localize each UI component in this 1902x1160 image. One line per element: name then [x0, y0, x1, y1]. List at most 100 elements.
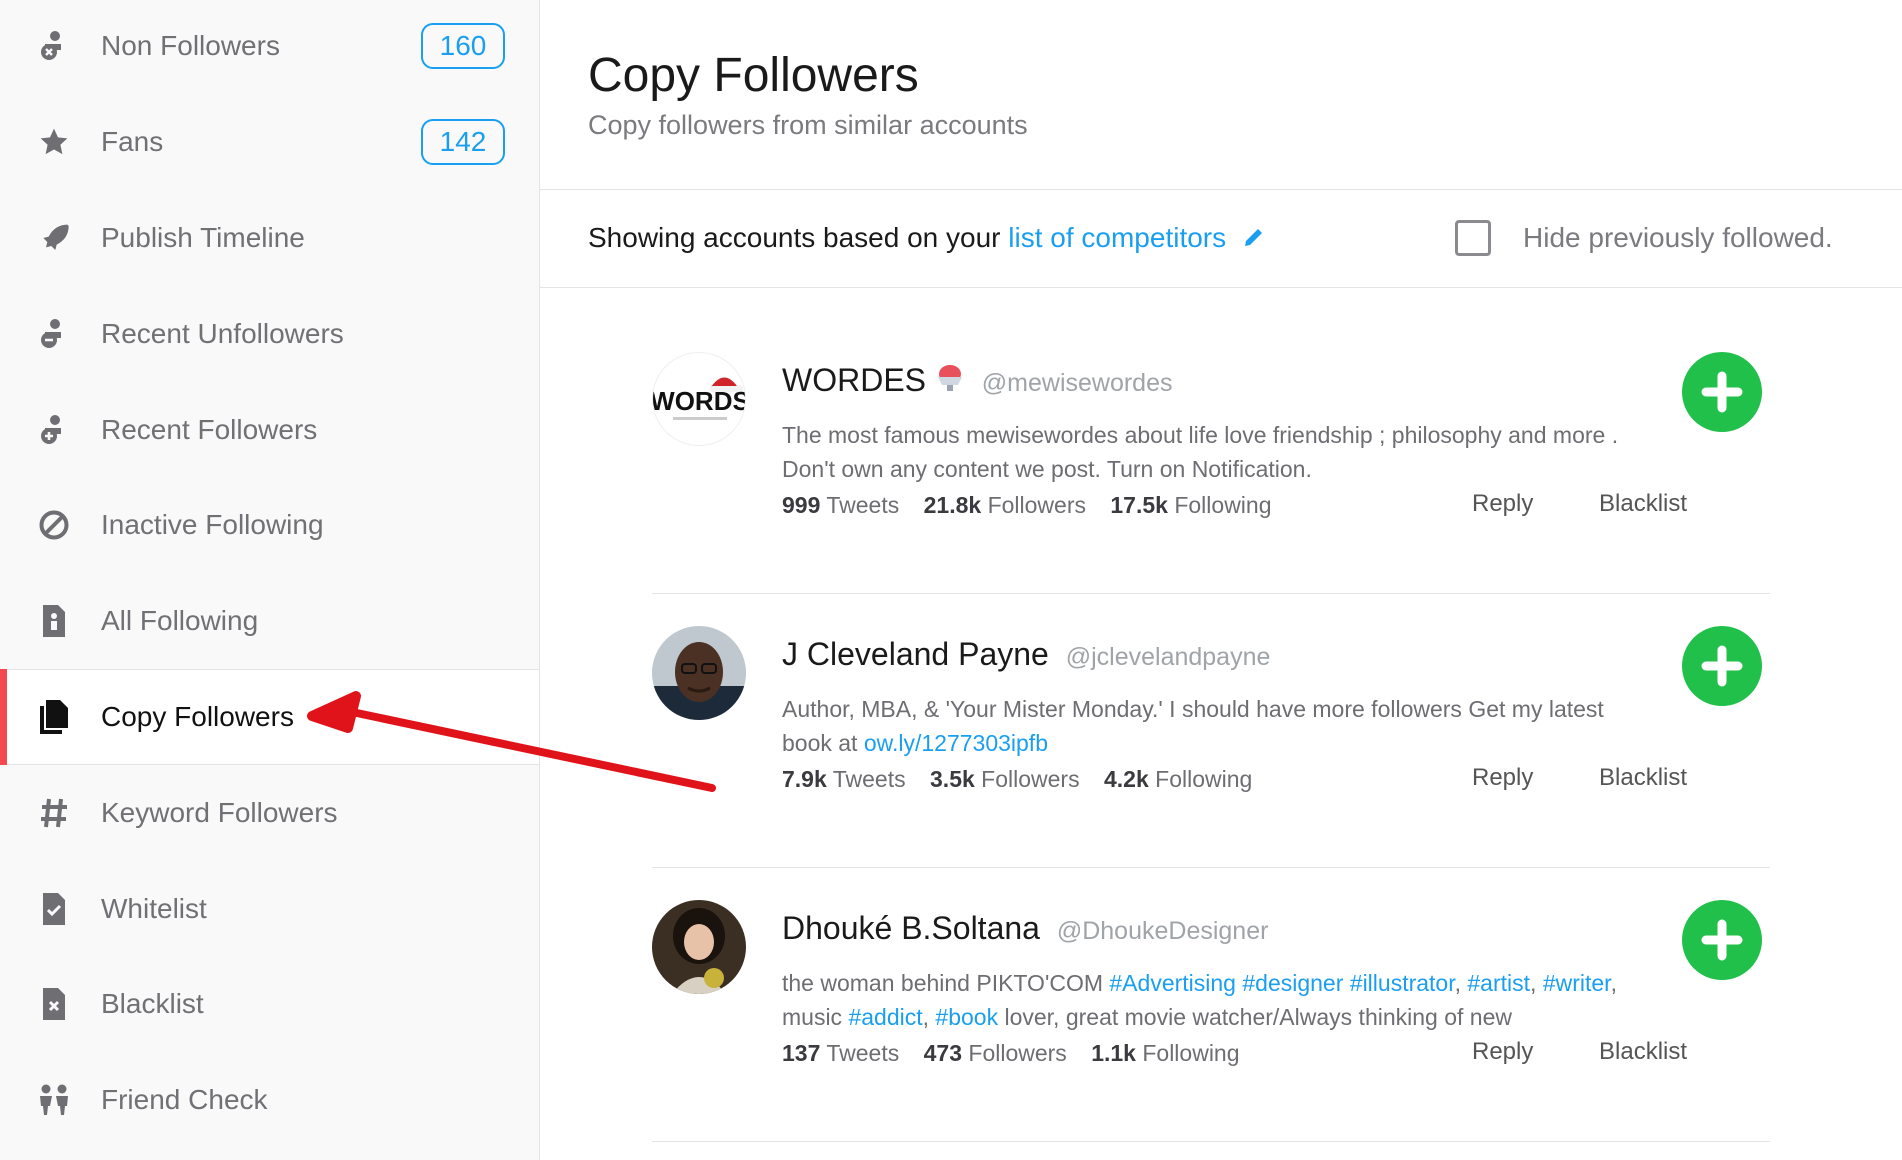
tweets-stat: 999 Tweets [782, 492, 900, 518]
sidebar-item-label: Blacklist [101, 988, 204, 1019]
person-plus-icon [36, 412, 72, 448]
sidebar-item-inactive-following[interactable]: Inactive Following [0, 477, 539, 573]
page-subtitle: Copy followers from similar accounts [588, 110, 1028, 140]
person-x-icon [36, 28, 72, 64]
account-name[interactable]: Dhouké B.Soltana @DhoukeDesigner [782, 910, 1268, 947]
main-content: Copy Followers Copy followers from simil… [540, 0, 1902, 1160]
sidebar-item-label: Recent Unfollowers [101, 318, 344, 349]
avatar[interactable]: WORDS [652, 352, 746, 446]
account-handle: @DhoukeDesigner [1056, 917, 1269, 945]
sidebar-item-recent-unfollowers[interactable]: Recent Unfollowers [0, 286, 539, 382]
reply-button[interactable]: Reply [1472, 764, 1533, 792]
sidebar-item-label: Whitelist [101, 893, 207, 924]
account-card: J Cleveland Payne @jclevelandpayne Autho… [652, 594, 1770, 868]
following-stat: 17.5k Following [1110, 492, 1272, 518]
hashtag-link[interactable]: #illustrator [1350, 970, 1455, 996]
avatar[interactable] [652, 900, 746, 994]
hide-previously-followed-label[interactable]: Hide previously followed. [1523, 222, 1833, 254]
follow-add-button[interactable] [1682, 900, 1762, 980]
app-root: Non Followers 160 Fans 142 Publish Timel… [0, 0, 1902, 1160]
sidebar-item-label: All Following [101, 605, 259, 636]
account-stats: 7.9k Tweets 3.5k Followers 4.2k Followin… [782, 766, 1270, 793]
reply-button[interactable]: Reply [1472, 1038, 1533, 1066]
count-badge: 142 [421, 119, 505, 165]
following-stat: 1.1k Following [1091, 1040, 1240, 1066]
document-x-icon [36, 986, 72, 1022]
count-badge: 160 [421, 23, 505, 69]
shaved-ice-emoji-icon [935, 362, 974, 398]
avatar[interactable] [652, 626, 746, 720]
sidebar-item-label: Inactive Following [101, 509, 324, 540]
avatar-logo-text: WORDS [653, 386, 746, 416]
followers-stat: 21.8k Followers [923, 492, 1086, 518]
account-name[interactable]: J Cleveland Payne @jclevelandpayne [782, 636, 1270, 673]
sidebar-item-publish-timeline[interactable]: Publish Timeline [0, 190, 539, 286]
plus-icon [1701, 371, 1743, 413]
sidebar-item-label: Non Followers [101, 30, 280, 61]
sidebar: Non Followers 160 Fans 142 Publish Timel… [0, 0, 540, 1160]
hashtag-link[interactable]: #writer [1543, 970, 1611, 996]
people-icon [36, 1082, 72, 1118]
document-person-icon [36, 603, 72, 639]
account-stats: 999 Tweets 21.8k Followers 17.5k Followi… [782, 492, 1290, 519]
account-bio: The most famous mewisewordes about life … [782, 422, 1619, 482]
filter-prefix: Showing accounts based on your [588, 222, 1009, 253]
hashtag-link[interactable]: #artist [1467, 970, 1530, 996]
sidebar-item-label: Publish Timeline [101, 222, 305, 253]
plus-icon [1701, 645, 1743, 687]
ban-icon [36, 507, 72, 543]
blacklist-button[interactable]: Blacklist [1599, 764, 1687, 792]
filter-description: Showing accounts based on your list of c… [588, 222, 1266, 256]
tweets-stat: 137 Tweets [782, 1040, 900, 1066]
filter-bar: Showing accounts based on your list of c… [540, 190, 1902, 288]
rocket-icon [36, 220, 72, 256]
competitors-link[interactable]: list of competitors [1008, 222, 1226, 253]
person-minus-icon [36, 316, 72, 352]
display-name: J Cleveland Payne [782, 636, 1049, 672]
bio-text: lover, great movie watcher/Always thinki… [998, 1004, 1512, 1030]
sidebar-item-label: Friend Check [101, 1084, 268, 1115]
account-name[interactable]: WORDES @mewisewordes [782, 362, 1173, 399]
followers-stat: 473 Followers [923, 1040, 1067, 1066]
bio-link[interactable]: ow.ly/1277303ipfb [864, 730, 1048, 756]
sidebar-item-recent-followers[interactable]: Recent Followers [0, 382, 539, 478]
sidebar-item-label: Recent Followers [101, 414, 318, 445]
hashtag-link[interactable]: #Advertising [1109, 970, 1236, 996]
account-bio: the woman behind PIKTO'COM #Advertising … [782, 970, 1617, 1030]
sidebar-item-label: Fans [101, 126, 164, 157]
pencil-icon[interactable] [1242, 224, 1266, 256]
display-name: WORDES [782, 362, 926, 398]
following-stat: 4.2k Following [1103, 766, 1253, 792]
account-handle: @jclevelandpayne [1065, 643, 1271, 671]
sidebar-item-non-followers[interactable]: Non Followers 160 [0, 0, 539, 94]
account-stats: 137 Tweets 473 Followers 1.1k Following [782, 1040, 1258, 1067]
plus-icon [1701, 919, 1743, 961]
hashtag-link[interactable]: #book [935, 1004, 998, 1030]
tweets-stat: 7.9k Tweets [782, 766, 906, 792]
followers-stat: 3.5k Followers [930, 766, 1080, 792]
hide-previously-followed-checkbox[interactable] [1455, 220, 1491, 256]
blacklist-button[interactable]: Blacklist [1599, 1038, 1687, 1066]
reply-button[interactable]: Reply [1472, 490, 1533, 518]
hashtag-link[interactable]: #addict [848, 1004, 922, 1030]
account-card: WORDS WORDES @mewisewordes The most famo… [652, 320, 1770, 594]
sidebar-item-label: Copy Followers [101, 701, 294, 732]
sidebar-item-fans[interactable]: Fans 142 [0, 94, 539, 190]
account-card: Dhouké B.Soltana @DhoukeDesigner the wom… [652, 868, 1770, 1142]
blacklist-button[interactable]: Blacklist [1599, 490, 1687, 518]
sidebar-item-friend-check[interactable]: Friend Check [0, 1052, 539, 1148]
hashtag-link[interactable]: #designer [1242, 970, 1343, 996]
sidebar-item-all-following[interactable]: All Following [0, 573, 539, 669]
copy-icon [36, 699, 72, 735]
sidebar-item-blacklist[interactable]: Blacklist [0, 956, 539, 1052]
bio-text: the woman behind PIKTO'COM [782, 970, 1110, 996]
page-header: Copy Followers Copy followers from simil… [540, 0, 1902, 190]
follow-add-button[interactable] [1682, 352, 1762, 432]
sidebar-item-whitelist[interactable]: Whitelist [0, 861, 539, 957]
sidebar-item-keyword-followers[interactable]: Keyword Followers [0, 765, 539, 861]
account-bio: Author, MBA, & 'Your Mister Monday.' I s… [782, 692, 1642, 760]
sidebar-item-copy-followers[interactable]: Copy Followers [0, 669, 539, 765]
page-title: Copy Followers [588, 49, 919, 102]
follow-add-button[interactable] [1682, 626, 1762, 706]
document-check-icon [36, 891, 72, 927]
